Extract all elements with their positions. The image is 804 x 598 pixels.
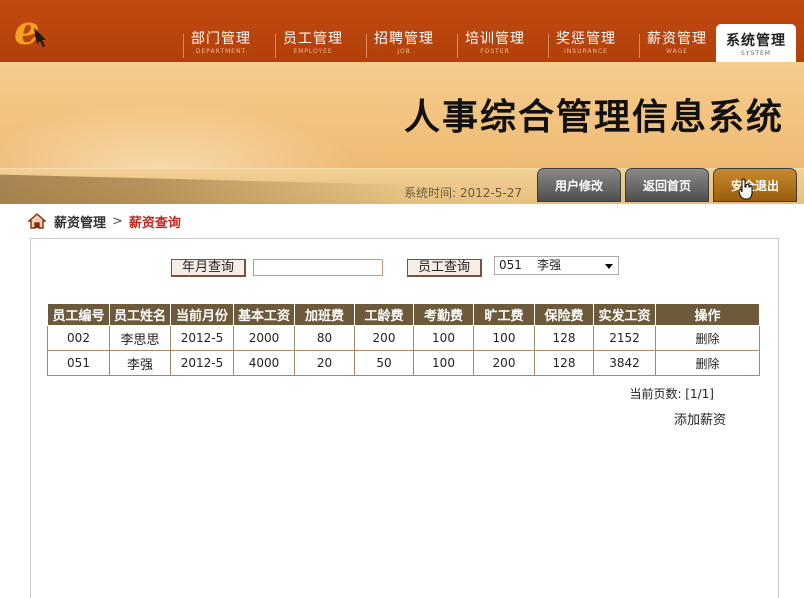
nav-divider: [275, 34, 276, 58]
page-indicator: 当前页数: [1/1]: [629, 387, 714, 401]
nav-divider: [457, 34, 458, 58]
nav-sublabel: EMPLOYEE: [293, 48, 333, 55]
nav-item-system[interactable]: 系统管理 SYSTEM: [716, 24, 796, 62]
cell-seniority: 200: [354, 325, 414, 351]
nav-divider: [639, 34, 640, 58]
nav-sublabel: FOSTER: [480, 48, 510, 55]
cell-month: 2012-5: [170, 350, 234, 376]
nav-item-recruit[interactable]: 招聘管理 JOB: [360, 30, 448, 60]
svg-text:e: e: [14, 7, 39, 52]
logout-button[interactable]: 安全退出: [713, 168, 797, 202]
nav-item-department[interactable]: 部门管理 DEPARTMENT: [177, 30, 265, 60]
cell-net-salary: 2152: [593, 325, 656, 351]
breadcrumb-current: 薪资查询: [128, 215, 181, 231]
cell-attendance: 100: [413, 350, 474, 376]
delete-link[interactable]: 删除: [655, 325, 760, 351]
hand-cursor-icon: [738, 178, 753, 200]
cell-base-salary: 4000: [233, 350, 295, 376]
system-title: 人事综合管理信息系统: [403, 96, 784, 138]
cell-attendance: 100: [413, 325, 474, 351]
breadcrumb-section[interactable]: 薪资管理: [54, 212, 106, 231]
nav-label: 培训管理: [465, 31, 525, 47]
table-row: 002 李思思 2012-5 2000 80 200 100 100 128 2…: [47, 325, 760, 351]
table-header-row: 员工编号 员工姓名 当前月份 基本工资 加班费 工龄费 考勤费 旷工费 保险费 …: [47, 303, 760, 326]
cell-employee-id: 051: [47, 350, 110, 376]
home-icon: [28, 213, 46, 229]
cell-month: 2012-5: [170, 325, 234, 351]
nav-sublabel: SYSTEM: [741, 50, 771, 57]
add-salary-link[interactable]: 添加薪资: [674, 409, 726, 428]
system-time: 系统时间: 2012-5-27: [404, 186, 522, 200]
nav-label: 员工管理: [283, 31, 343, 47]
cell-absence: 100: [473, 325, 535, 351]
e-logo-icon: e: [14, 7, 46, 52]
home-button[interactable]: 返回首页: [625, 168, 709, 202]
nav-item-training[interactable]: 培训管理 FOSTER: [451, 30, 539, 60]
nav-label: 薪资管理: [647, 31, 707, 47]
content-panel: 年月查询 员工查询 051 李强 员工编号 员工姓名 当前月份 基本工资 加班费…: [30, 238, 779, 598]
employee-select[interactable]: 051 李强: [494, 256, 619, 275]
column-header: 实发工资: [593, 303, 656, 326]
cell-seniority: 50: [354, 350, 414, 376]
month-input[interactable]: [253, 259, 383, 276]
top-nav-bar: e 部门管理 DEPARTMENT 员工管理 EMPLOYEE 招聘管理 JOB…: [0, 0, 804, 62]
column-header: 工龄费: [354, 303, 414, 326]
column-header: 旷工费: [473, 303, 535, 326]
breadcrumb: 薪资管理 > 薪资查询: [28, 210, 181, 232]
column-header: 基本工资: [233, 303, 295, 326]
nav-label: 招聘管理: [374, 31, 434, 47]
nav-sublabel: DEPARTMENT: [195, 48, 247, 55]
nav-divider: [548, 34, 549, 58]
column-header: 考勤费: [413, 303, 474, 326]
cell-overtime: 80: [294, 325, 355, 351]
cell-employee-id: 002: [47, 325, 110, 351]
nav-divider: [366, 34, 367, 58]
salary-table: 员工编号 员工姓名 当前月份 基本工资 加班费 工龄费 考勤费 旷工费 保险费 …: [47, 303, 760, 376]
cell-absence: 200: [473, 350, 535, 376]
cell-base-salary: 2000: [233, 325, 295, 351]
nav-sublabel: JOB: [397, 48, 411, 55]
cell-employee-name: 李思思: [109, 325, 171, 351]
cell-overtime: 20: [294, 350, 355, 376]
delete-link[interactable]: 删除: [655, 350, 760, 376]
cell-net-salary: 3842: [593, 350, 656, 376]
month-query-button[interactable]: 年月查询: [171, 259, 247, 277]
column-header: 员工编号: [47, 303, 110, 326]
table-row: 051 李强 2012-5 4000 20 50 100 200 128 384…: [47, 350, 760, 376]
chevron-down-icon: [605, 264, 613, 269]
nav-item-employee[interactable]: 员工管理 EMPLOYEE: [269, 30, 357, 60]
nav-item-rewards[interactable]: 奖惩管理 INSURANCE: [542, 30, 630, 60]
user-edit-button[interactable]: 用户修改: [537, 168, 621, 202]
column-header: 当前月份: [170, 303, 234, 326]
chevron-right-icon: >: [112, 213, 123, 229]
nav-label: 部门管理: [191, 31, 251, 47]
nav-sublabel: WAGE: [665, 48, 689, 55]
nav-divider: [183, 34, 184, 58]
nav-label: 奖惩管理: [556, 31, 616, 47]
nav-sublabel: INSURANCE: [564, 48, 608, 55]
employee-query-button[interactable]: 员工查询: [407, 259, 483, 277]
nav-label: 系统管理: [726, 33, 786, 49]
nav-item-salary[interactable]: 薪资管理 WAGE: [633, 30, 721, 60]
employee-select-value: 051 李强: [499, 258, 562, 272]
column-header: 员工姓名: [109, 303, 171, 326]
cell-insurance: 128: [534, 350, 594, 376]
cell-insurance: 128: [534, 325, 594, 351]
column-header: 操作: [655, 303, 760, 326]
column-header: 加班费: [294, 303, 355, 326]
cell-employee-name: 李强: [109, 350, 171, 376]
column-header: 保险费: [534, 303, 594, 326]
